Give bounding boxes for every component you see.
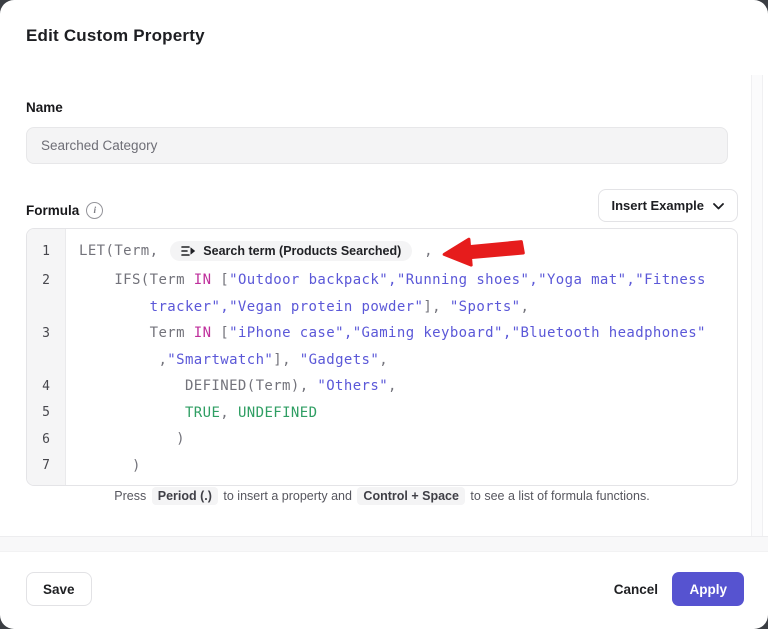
code-token: "Smartwatch" [167, 352, 273, 368]
code-token: ) [79, 431, 185, 447]
info-icon[interactable]: i [86, 202, 103, 219]
line-number: 6 [27, 432, 65, 447]
line-number: 4 [27, 379, 65, 394]
code-rows: 1LET(Term, Search term (Products Searche… [27, 235, 737, 479]
red-arrow-annotation [440, 231, 526, 270]
red-arrow-pointer [440, 231, 526, 270]
formula-code-editor[interactable]: 1LET(Term, Search term (Products Searche… [26, 228, 738, 486]
code-token: DEFINED(Term), [79, 378, 317, 394]
code-token: ) [79, 458, 141, 474]
code-line: IFS(Term IN ["Outdoor backpack","Running… [65, 272, 706, 288]
code-token: ], [423, 299, 450, 315]
code-line: LET(Term, Search term (Products Searched… [65, 235, 525, 267]
code-line: ,"Smartwatch"], "Gadgets", [65, 352, 388, 368]
vertical-scrollbar[interactable] [751, 75, 763, 547]
code-token: IN [194, 325, 212, 341]
line-number: 1 [27, 244, 65, 259]
code-row: 6 ) [27, 426, 737, 453]
code-token [79, 405, 185, 421]
code-row: 1LET(Term, Search term (Products Searche… [27, 235, 737, 267]
cancel-button[interactable]: Cancel [608, 572, 664, 606]
hint-text: to insert a property and [223, 489, 352, 503]
formula-label: Formula [26, 203, 79, 218]
code-token: , [388, 378, 397, 394]
property-token-pill[interactable]: Search term (Products Searched) [170, 241, 412, 262]
code-line: tracker","Vegan protein powder"], "Sport… [65, 299, 529, 315]
field-chip-icon [181, 245, 196, 257]
code-token: Term [79, 325, 194, 341]
property-token-label: Search term (Products Searched) [203, 245, 401, 258]
code-row: 2 IFS(Term IN ["Outdoor backpack","Runni… [27, 267, 737, 294]
code-line: ) [65, 458, 141, 474]
control-space-kbd: Control + Space [357, 487, 465, 505]
code-token: LET(Term, [79, 243, 167, 259]
code-token: "iPhone case","Gaming keyboard","Bluetoo… [229, 325, 706, 341]
code-token: , [379, 352, 388, 368]
insert-example-label: Insert Example [612, 198, 705, 213]
code-token: [ [211, 325, 229, 341]
code-token: tracker","Vegan protein powder" [150, 299, 424, 315]
name-input[interactable] [26, 127, 728, 164]
code-token: IN [194, 272, 212, 288]
code-row: ,"Smartwatch"], "Gadgets", [27, 347, 737, 374]
code-token [79, 299, 150, 315]
code-token: ], [273, 352, 300, 368]
edit-custom-property-dialog: Edit Custom Property Name Formula i Inse… [0, 0, 768, 629]
code-row: 7 ) [27, 453, 737, 480]
insert-example-button[interactable]: Insert Example [598, 189, 739, 222]
code-row: 3 Term IN ["iPhone case","Gaming keyboar… [27, 320, 737, 347]
code-token: "Gadgets" [300, 352, 379, 368]
hint-text: Press [114, 489, 146, 503]
editor-hint: Press Period (.) to insert a property an… [26, 489, 738, 503]
line-number: 2 [27, 273, 65, 288]
chevron-down-icon [713, 198, 724, 213]
line-number: 7 [27, 458, 65, 473]
code-token: UNDEFINED [238, 405, 317, 421]
code-row: tracker","Vegan protein powder"], "Sport… [27, 294, 737, 321]
code-token: [ [211, 272, 229, 288]
code-line: DEFINED(Term), "Others", [65, 378, 397, 394]
line-number: 3 [27, 326, 65, 341]
code-token: TRUE [185, 405, 220, 421]
code-token: , [79, 352, 167, 368]
code-token: , [220, 405, 238, 421]
period-kbd: Period (.) [152, 487, 218, 505]
code-token: , [520, 299, 529, 315]
code-line: ) [65, 431, 185, 447]
hint-text: to see a list of formula functions. [470, 489, 649, 503]
code-token: "Sports" [450, 299, 521, 315]
formula-label-row: Formula i [26, 202, 103, 219]
name-label: Name [26, 100, 63, 115]
code-token: IFS(Term [79, 272, 194, 288]
code-token: , [415, 243, 433, 259]
save-button[interactable]: Save [26, 572, 92, 606]
code-token: "Outdoor backpack","Running shoes","Yoga… [229, 272, 706, 288]
code-row: 4 DEFINED(Term), "Others", [27, 373, 737, 400]
code-line: Term IN ["iPhone case","Gaming keyboard"… [65, 325, 706, 341]
horizontal-scrollbar[interactable] [0, 536, 768, 552]
line-number: 5 [27, 405, 65, 420]
code-row: 5 TRUE, UNDEFINED [27, 400, 737, 427]
apply-button[interactable]: Apply [672, 572, 744, 606]
code-line: TRUE, UNDEFINED [65, 405, 317, 421]
code-token: "Others" [317, 378, 388, 394]
dialog-title: Edit Custom Property [26, 26, 205, 46]
